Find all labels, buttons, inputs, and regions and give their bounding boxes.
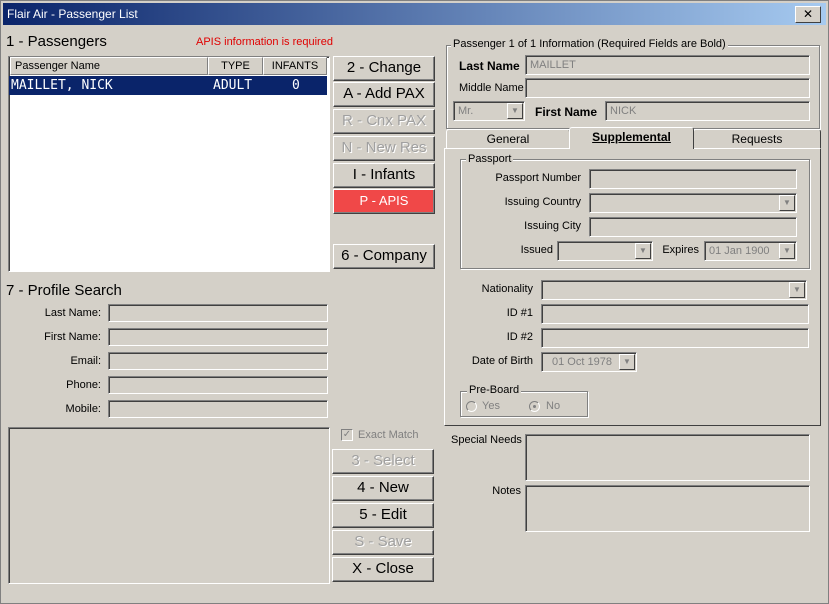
expires-date-select[interactable]: 01 Jan 1900 ▼ [704,241,797,261]
passport-legend: Passport [466,153,514,165]
expires-date-value: 01 Jan 1900 [709,245,770,257]
edit-button[interactable]: 5 - Edit [332,503,434,528]
last-name-input[interactable]: MAILLET [525,55,810,75]
title-select-value: Mr. [458,105,474,117]
profile-search-title: 7 - Profile Search [6,282,122,299]
company-button[interactable]: 6 - Company [333,244,435,269]
expires-label: Expires [662,244,699,256]
change-button[interactable]: 2 - Change [333,56,435,81]
chevron-down-icon[interactable]: ▼ [635,243,651,259]
preboard-legend: Pre-Board [467,384,522,396]
exact-match-label: Exact Match [358,429,419,441]
special-needs-label: Special Needs [451,434,522,446]
passenger-grid[interactable]: Passenger Name TYPE INFANTS MAILLET, NIC… [8,56,330,272]
preboard-yes-label: Yes [482,400,500,412]
exact-match-checkbox[interactable]: ✓ [341,429,353,441]
profile-results-list[interactable] [8,427,330,584]
nationality-select[interactable]: ▼ [541,280,807,300]
issuing-city-input[interactable] [589,217,797,237]
profile-first-name-input[interactable] [108,328,328,346]
apis-warning: APIS information is required [196,36,333,48]
notes-label: Notes [492,485,521,497]
passengers-title: 1 - Passengers [6,33,107,50]
column-header-type[interactable]: TYPE [208,57,263,75]
chevron-down-icon[interactable]: ▼ [779,195,795,211]
issuing-country-select[interactable]: ▼ [589,193,797,213]
tab-general[interactable]: General [446,129,570,149]
add-pax-button[interactable]: A - Add PAX [333,82,435,107]
cnx-pax-button[interactable]: R - Cnx PAX [333,109,435,134]
new-button[interactable]: 4 - New [332,476,434,501]
middle-name-input[interactable] [525,78,810,98]
passenger-list-window: Flair Air - Passenger List ✕ 1 - Passeng… [0,0,829,604]
first-name-label: First Name [535,105,598,119]
dob-select[interactable]: 01 Oct 1978 ▼ [541,352,637,372]
select-button[interactable]: 3 - Select [332,449,434,474]
issuing-country-label: Issuing Country [504,196,581,208]
close-window-button[interactable]: ✕ [795,6,821,23]
chevron-down-icon[interactable]: ▼ [619,354,635,370]
new-res-button[interactable]: N - New Res [333,136,435,161]
id2-label: ID #2 [506,331,533,343]
chevron-down-icon[interactable]: ▼ [779,243,795,259]
passenger-info-legend: Passenger 1 of 1 Information (Required F… [451,38,728,50]
id1-label: ID #1 [506,307,533,319]
middle-name-label: Middle Name [459,82,524,94]
title-bar: Flair Air - Passenger List ✕ [3,3,826,25]
passenger-name-cell: MAILLET, NICK [11,78,113,93]
dob-value: 01 Oct 1978 [552,356,612,368]
issued-date-select[interactable]: ▼ [557,241,653,261]
supplemental-panel: Passport Passport Number Issuing Country… [444,148,821,426]
apis-button[interactable]: P - APIS [333,189,435,214]
passenger-infants-cell: 0 [292,78,300,93]
id1-input[interactable] [541,304,809,324]
special-needs-textarea[interactable] [525,434,810,481]
dob-label: Date of Birth [471,355,533,367]
passenger-type-cell: ADULT [213,78,253,93]
profile-last-name-label: Last Name: [44,307,101,319]
notes-textarea[interactable] [525,485,810,532]
passport-number-label: Passport Number [495,172,581,184]
table-row[interactable]: MAILLET, NICK ADULT 0 [9,76,327,95]
first-name-input[interactable]: NICK [605,101,810,121]
chevron-down-icon[interactable]: ▼ [789,282,805,298]
passport-number-input[interactable] [589,169,797,189]
profile-phone-label: Phone: [66,379,101,391]
issuing-city-label: Issuing City [524,220,581,232]
preboard-yes-radio[interactable] [466,401,477,412]
save-button[interactable]: S - Save [332,530,434,555]
profile-mobile-label: Mobile: [65,403,101,415]
profile-last-name-input[interactable] [108,304,328,322]
close-button[interactable]: X - Close [332,557,434,582]
tab-supplemental[interactable]: Supplemental [569,127,694,149]
id2-input[interactable] [541,328,809,348]
profile-email-label: Email: [70,355,101,367]
preboard-no-radio[interactable] [529,401,540,412]
profile-first-name-label: First Name: [44,331,101,343]
issued-label: Issued [520,244,553,256]
chevron-down-icon[interactable]: ▼ [507,103,523,119]
title-select[interactable]: Mr. ▼ [453,101,525,121]
nationality-label: Nationality [481,283,533,295]
profile-mobile-input[interactable] [108,400,328,418]
last-name-label: Last Name [459,59,520,73]
infants-button[interactable]: I - Infants [333,163,435,188]
column-header-name[interactable]: Passenger Name [10,57,208,75]
tab-requests[interactable]: Requests [693,129,821,149]
preboard-no-label: No [546,400,561,412]
profile-phone-input[interactable] [108,376,328,394]
window-title: Flair Air - Passenger List [7,7,138,21]
column-header-infants[interactable]: INFANTS [263,57,327,75]
profile-email-input[interactable] [108,352,328,370]
